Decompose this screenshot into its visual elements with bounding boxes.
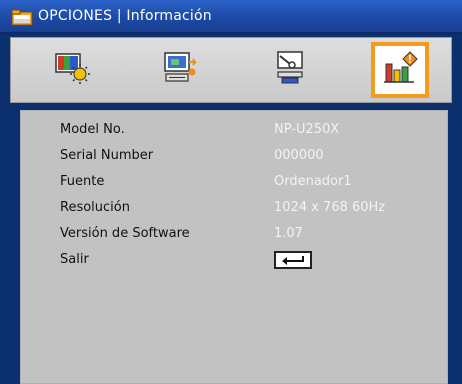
info-label: Resolución [60,200,130,215]
info-label: Versión de Software [60,226,190,241]
tab-display[interactable] [151,42,209,98]
info-value: 000000 [274,148,324,163]
info-label: Serial Number [60,148,154,163]
setup-tools-icon [270,50,310,90]
title-bar: OPCIONES | Información [0,0,462,34]
image-settings-icon [52,50,92,90]
info-value: Ordenador1 [274,174,352,189]
page-title: OPCIONES | Información [38,8,212,24]
tab-information[interactable] [371,42,429,98]
osd-menu: OPCIONES | Información Model No. NP-U250… [0,0,462,384]
tab-image[interactable] [43,42,101,98]
info-value: NP-U250X [274,122,340,137]
tab-setup[interactable] [261,42,319,98]
exit-label: Salir [60,252,89,267]
tab-bar [10,37,452,103]
info-label: Fuente [60,174,105,189]
info-value: 1.07 [274,226,303,241]
info-label: Model No. [60,122,125,137]
info-panel: Model No. NP-U250X Serial Number 000000 … [20,110,448,384]
options-folder-icon [11,8,33,26]
info-value: 1024 x 768 60Hz [274,200,386,215]
information-chart-icon [380,50,420,90]
screen-settings-icon [160,50,200,90]
enter-return-icon[interactable] [274,251,312,269]
